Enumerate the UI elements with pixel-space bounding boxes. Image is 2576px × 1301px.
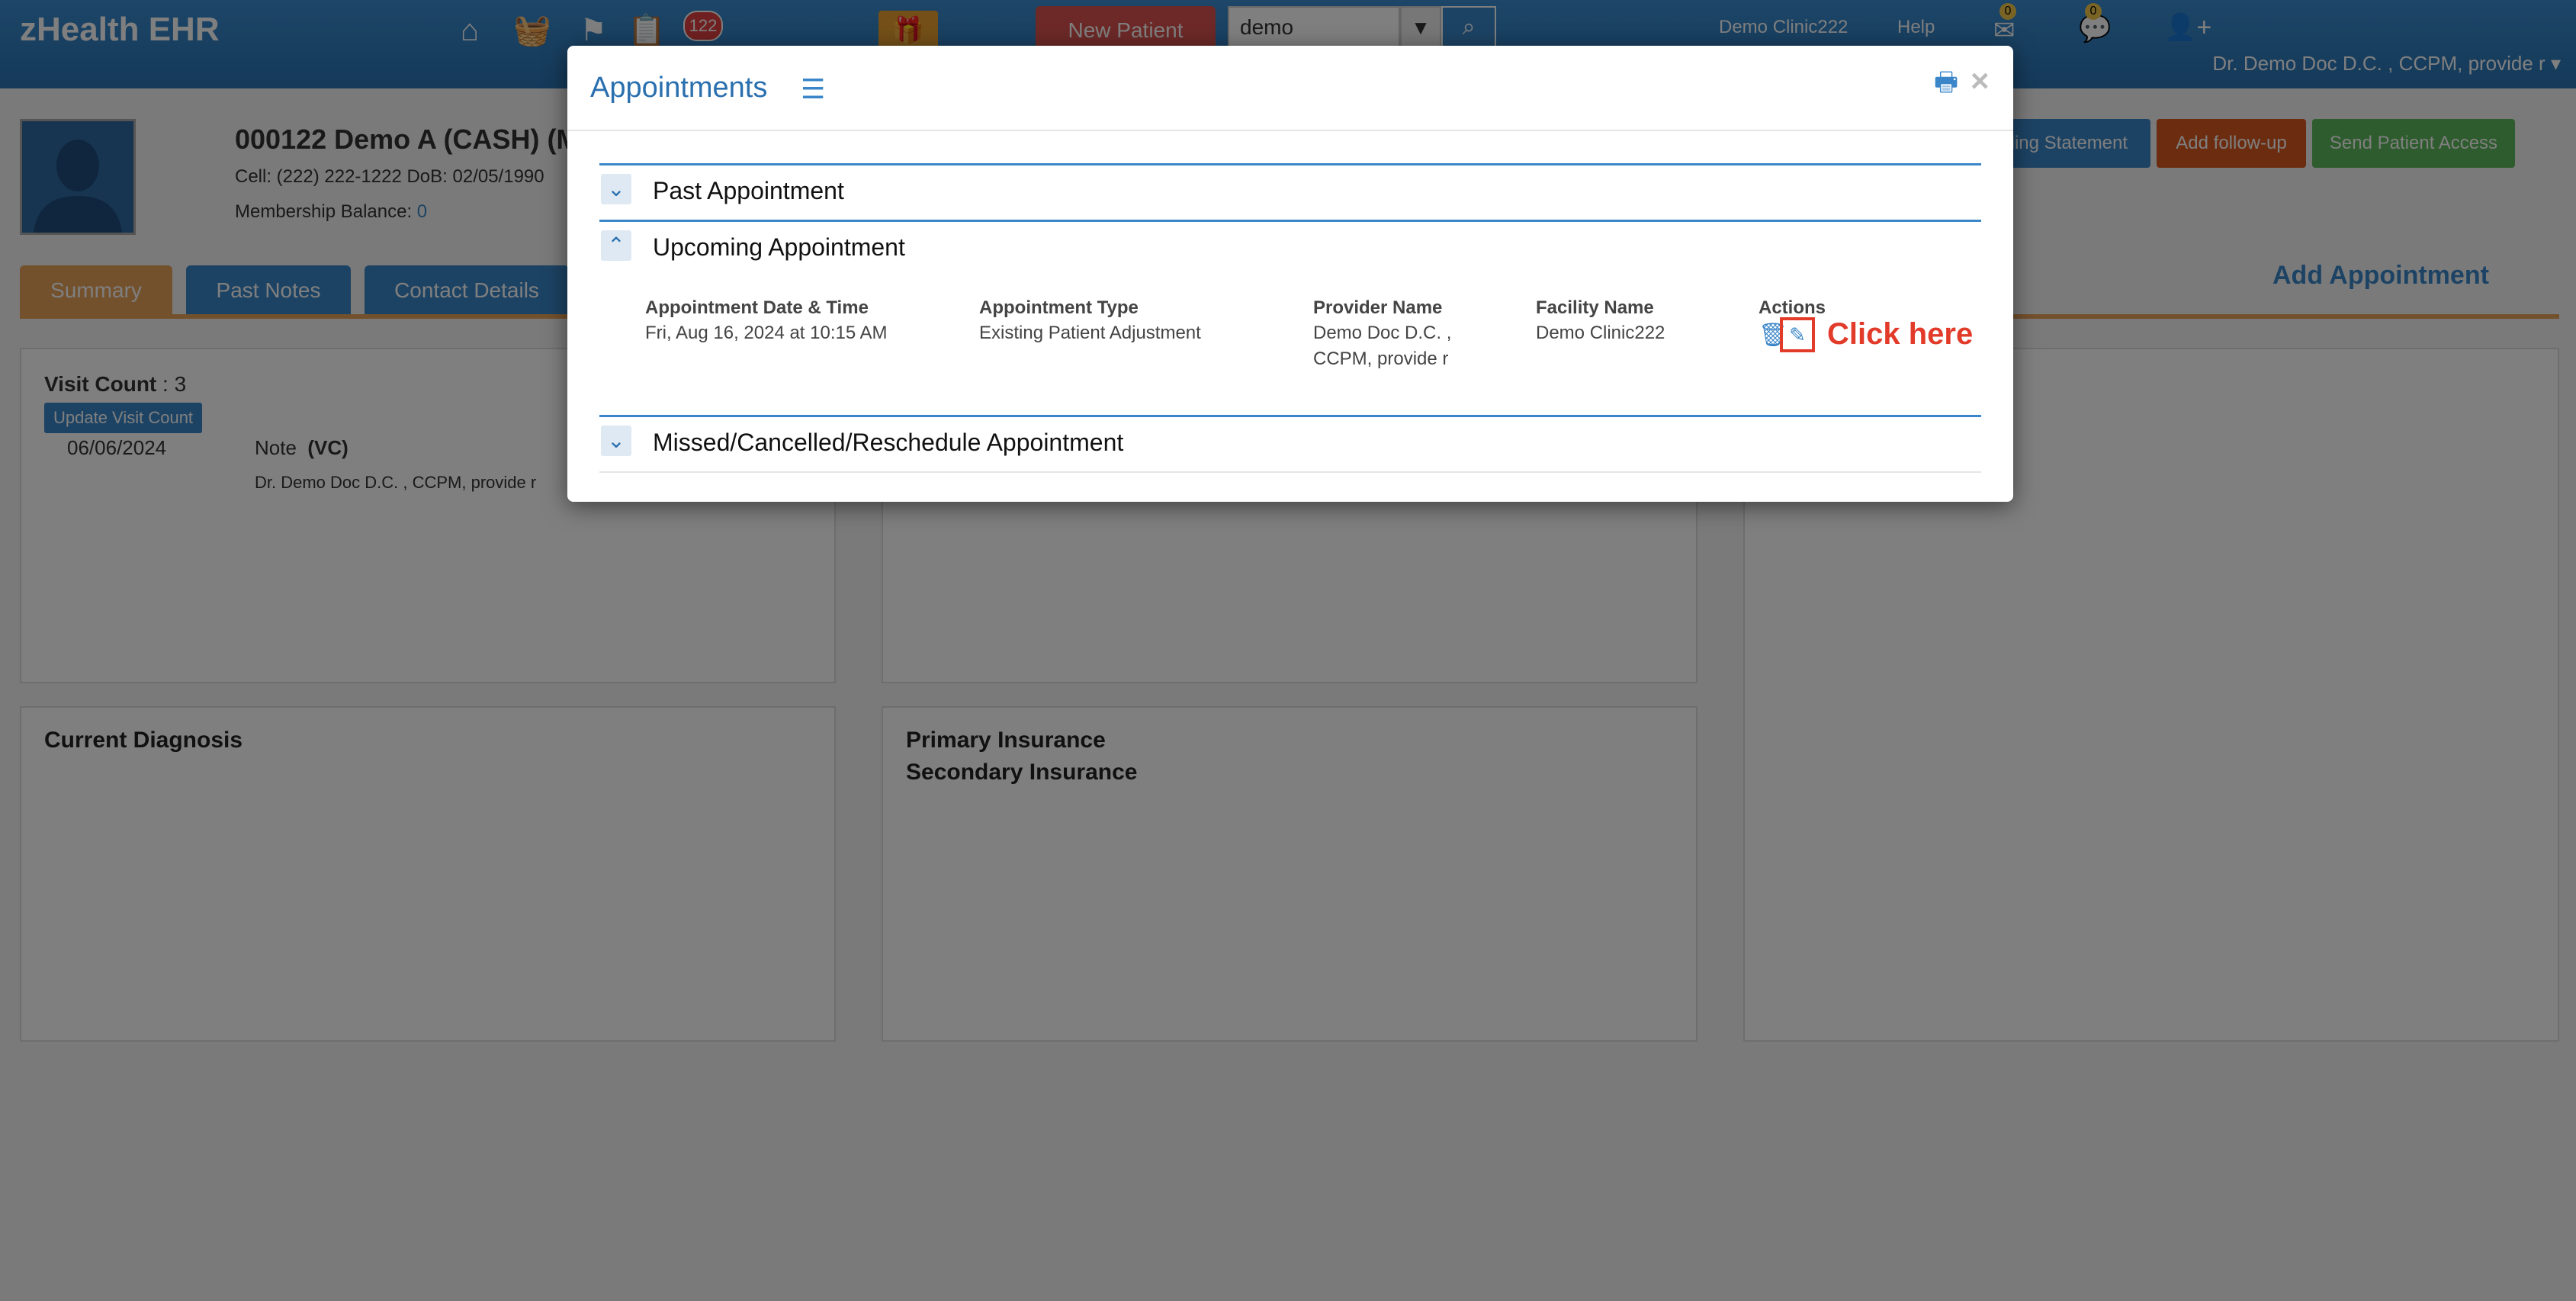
close-icon[interactable]: ×: [1971, 63, 1990, 99]
chevron-down-icon[interactable]: ⌄: [601, 174, 631, 204]
click-here-annotation: Click here: [1827, 317, 1974, 351]
section-divider: [599, 220, 1981, 222]
col-datetime: Appointment Date & Time: [645, 297, 869, 318]
col-actions: Actions: [1759, 297, 1826, 318]
col-provider: Provider Name: [1313, 297, 1443, 318]
section-divider: [599, 471, 1981, 473]
section-divider: [599, 415, 1981, 417]
appt-provider-line1: Demo Doc D.C. ,: [1313, 323, 1452, 343]
appt-facility: Demo Clinic222: [1536, 323, 1665, 343]
appt-datetime: Fri, Aug 16, 2024 at 10:15 AM: [645, 323, 888, 343]
chevron-up-icon[interactable]: ⌃: [601, 230, 631, 261]
col-type: Appointment Type: [979, 297, 1139, 318]
list-icon[interactable]: ☰: [801, 73, 825, 105]
chevron-down-icon[interactable]: ⌄: [601, 426, 631, 456]
appt-provider-line2: CCPM, provide r: [1313, 349, 1449, 369]
edit-icon[interactable]: ✎: [1780, 317, 1815, 352]
appt-type: Existing Patient Adjustment: [979, 323, 1201, 343]
modal-header-divider: [567, 130, 2013, 131]
print-icon[interactable]: 🖶: [1934, 64, 1958, 108]
appointments-modal: Appointments ☰ 🖶 × ⌄ Past Appointment ⌃ …: [567, 46, 2013, 502]
past-appointment-header[interactable]: Past Appointment: [653, 177, 844, 205]
section-divider: [599, 163, 1981, 165]
col-facility: Facility Name: [1536, 297, 1654, 318]
missed-appointment-header[interactable]: Missed/Cancelled/Reschedule Appointment: [653, 429, 1123, 457]
upcoming-appointment-header[interactable]: Upcoming Appointment: [653, 233, 905, 262]
modal-title: Appointments: [590, 72, 768, 104]
